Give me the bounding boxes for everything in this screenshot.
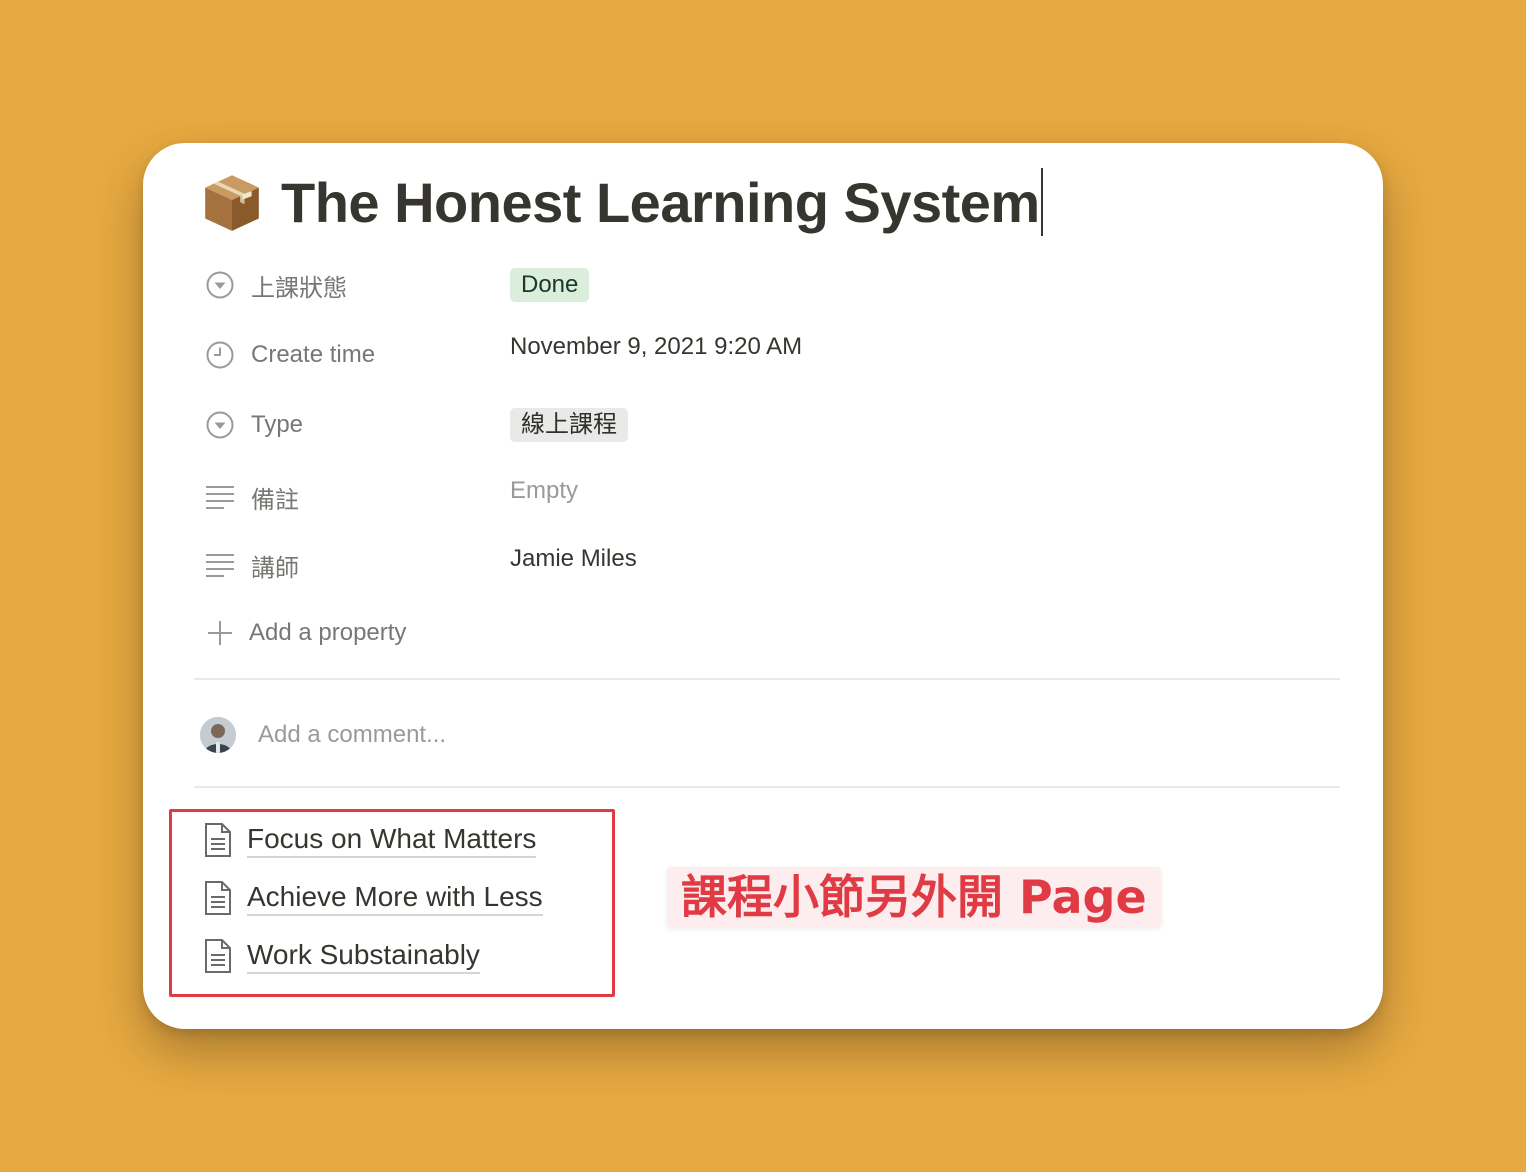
plus-icon [203, 616, 237, 650]
property-value[interactable]: 線上課程 [510, 408, 628, 442]
property-row-type[interactable]: Type 線上課程 [203, 407, 1303, 443]
text-lines-icon [203, 480, 237, 514]
property-label: 上課狀態 [251, 274, 347, 302]
status-tag[interactable]: Done [510, 268, 590, 302]
property-row-create-time[interactable]: Create time November 9, 2021 9:20 AM [203, 333, 1303, 373]
property-value-empty[interactable]: Empty [510, 477, 578, 505]
subpage-title[interactable]: Work Substainably [247, 938, 480, 974]
page-icon [205, 881, 231, 915]
comment-input[interactable] [258, 721, 758, 749]
add-property-label: Add a property [249, 619, 407, 646]
property-label: 備註 [251, 486, 299, 514]
page-title[interactable]: The Honest Learning System [281, 170, 1040, 235]
page-header: The Honest Learning System [199, 167, 1043, 237]
subpage-title[interactable]: Achieve More with Less [247, 880, 543, 916]
property-value[interactable]: Done [510, 268, 590, 302]
comment-row [200, 716, 758, 754]
package-emoji-icon[interactable] [199, 169, 265, 235]
text-lines-icon [203, 548, 237, 582]
type-tag[interactable]: 線上課程 [510, 408, 628, 442]
property-value[interactable]: Jamie Miles [510, 545, 637, 573]
property-label: Create time [251, 341, 376, 368]
property-row-instructor[interactable]: 講師 Jamie Miles [203, 545, 1303, 583]
property-row-status[interactable]: 上課狀態 Done [203, 267, 1303, 303]
page-icon [205, 939, 231, 973]
text-cursor [1040, 168, 1043, 236]
property-row-notes[interactable]: 備註 Empty [203, 477, 1303, 515]
add-property-button[interactable]: Add a property [203, 615, 1303, 651]
avatar [200, 717, 236, 753]
property-label: 講師 [251, 554, 299, 582]
select-icon [203, 408, 237, 442]
property-value[interactable]: November 9, 2021 9:20 AM [510, 333, 802, 361]
annotation-label: 課程小節另外開 Page [667, 867, 1161, 927]
divider [194, 786, 1340, 788]
page-card: The Honest Learning System 上課狀態 Done Cre… [143, 143, 1383, 1029]
divider [194, 678, 1340, 680]
clock-icon [203, 338, 237, 372]
subpage-link[interactable]: Achieve More with Less [203, 878, 543, 918]
subpage-link[interactable]: Work Substainably [203, 936, 480, 976]
select-icon [203, 268, 237, 302]
property-label: Type [251, 411, 304, 438]
subpage-link[interactable]: Focus on What Matters [203, 820, 537, 860]
subpage-title[interactable]: Focus on What Matters [247, 822, 537, 858]
page-icon [205, 823, 231, 857]
